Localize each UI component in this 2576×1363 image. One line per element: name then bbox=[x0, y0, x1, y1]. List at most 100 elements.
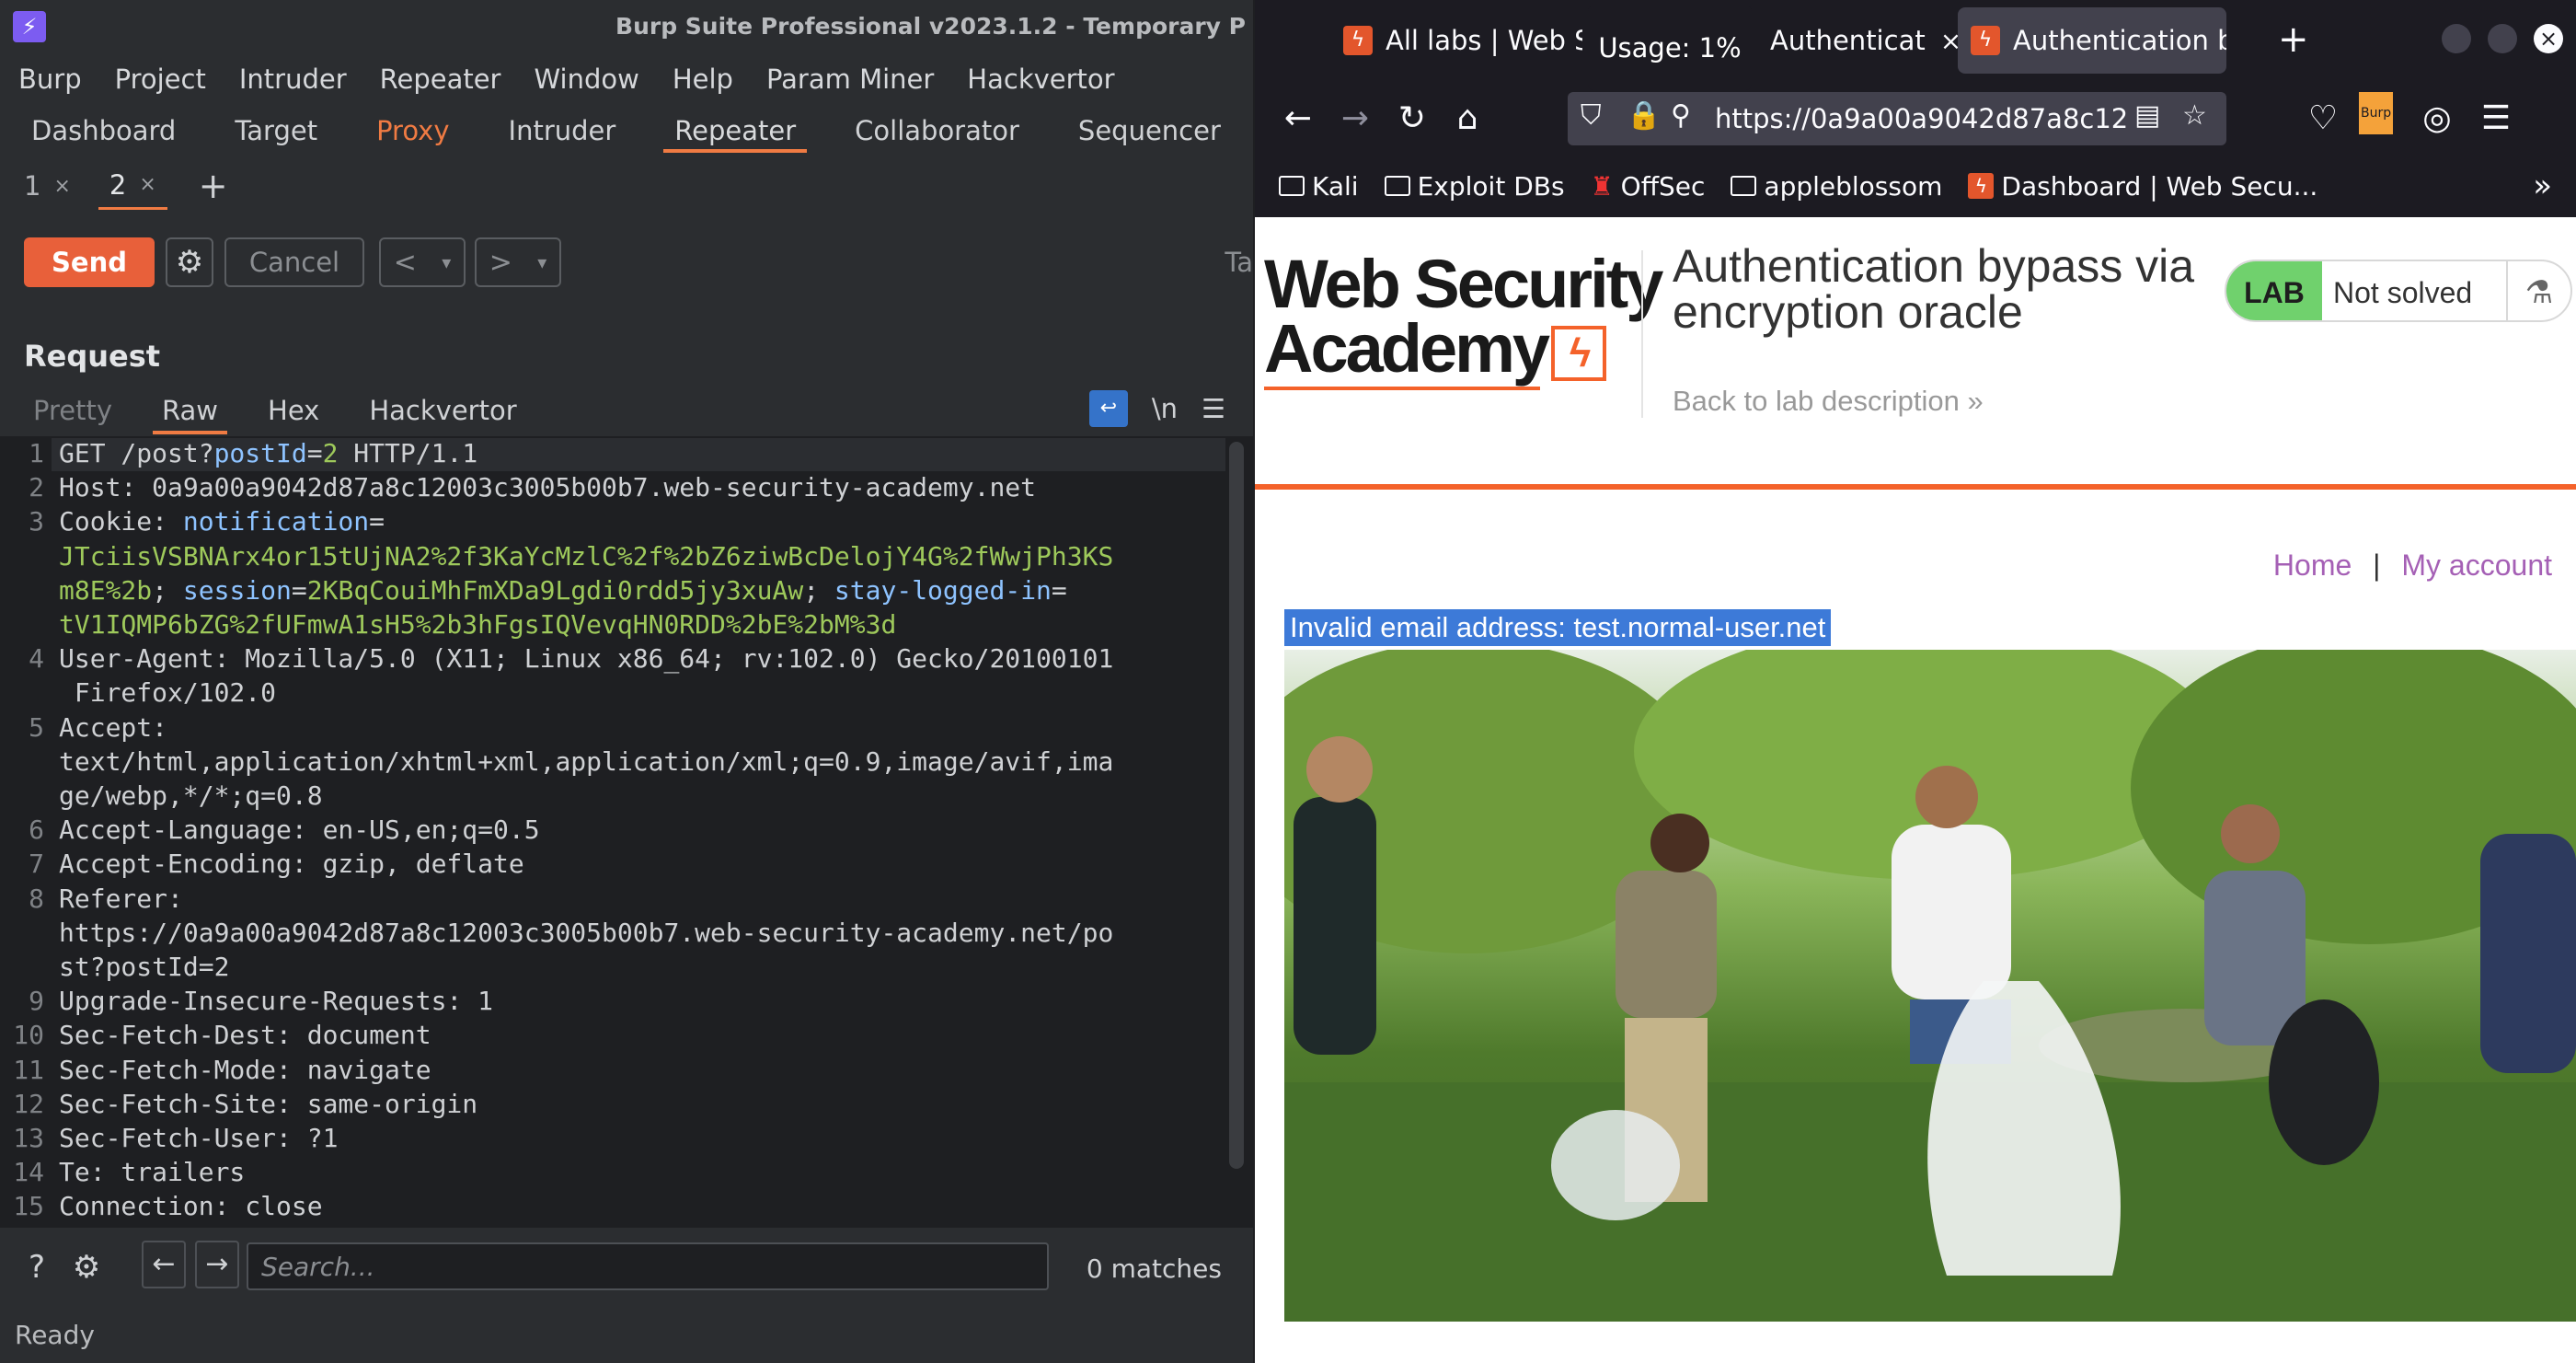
help-icon[interactable]: ? bbox=[15, 1246, 59, 1288]
tab-sequencer[interactable]: Sequencer bbox=[1078, 105, 1250, 156]
home-link[interactable]: Home bbox=[2273, 549, 2352, 582]
tab-target[interactable]: Target bbox=[235, 105, 347, 156]
repeater-actions: Send ⚙ Cancel < ▾ > ▾ Ta bbox=[0, 230, 1253, 295]
tab-collaborator[interactable]: Collaborator bbox=[855, 105, 1049, 156]
bookmark-exploit-dbs[interactable]: Exploit DBs bbox=[1384, 171, 1565, 202]
menu-hackvertor[interactable]: Hackvertor bbox=[967, 64, 1114, 95]
menu-window[interactable]: Window bbox=[534, 64, 638, 95]
code-token: postId bbox=[213, 438, 307, 468]
request-line[interactable]: ge/webp,*/*;q=0.8 bbox=[59, 780, 323, 811]
request-line[interactable]: Accept-Encoding: gzip, deflate bbox=[59, 849, 524, 879]
menu-icon[interactable]: ☰ bbox=[1202, 393, 1225, 424]
tab-label: Authenticat bbox=[1770, 25, 1926, 56]
cancel-button[interactable]: Cancel bbox=[224, 237, 364, 287]
close-icon[interactable]: × bbox=[53, 175, 70, 198]
burp-window: ⚡ Burp Suite Professional v2023.1.2 - Te… bbox=[0, 0, 1253, 1363]
bookmark-dashboard[interactable]: ϟ Dashboard | Web Secu... bbox=[1968, 171, 2317, 202]
minimize-button[interactable] bbox=[2442, 24, 2471, 53]
hamburger-menu-icon[interactable]: ☰ bbox=[2475, 98, 2517, 140]
request-line[interactable]: Sec-Fetch-Site: same-origin bbox=[59, 1089, 477, 1119]
burp-extension-icon[interactable]: Burp● bbox=[2359, 92, 2401, 140]
request-line[interactable]: Upgrade-Insecure-Requests: 1 bbox=[59, 986, 493, 1016]
request-line[interactable]: m8E%2b; session=2KBqCouiMhFmXDa9Lgdi0rdd… bbox=[59, 575, 1067, 606]
new-tab-button[interactable]: + bbox=[184, 166, 228, 206]
nav-separator: | bbox=[2373, 549, 2381, 582]
shield-icon[interactable]: ⛉ bbox=[1581, 99, 1602, 132]
request-line[interactable]: JTciisVSBNArx4or15tUjNA2%2f3KaYcMzlC%2f%… bbox=[59, 541, 1113, 572]
tab-pretty[interactable]: Pretty bbox=[33, 385, 112, 436]
browser-tab-active[interactable]: ϟ Authentication b × bbox=[1958, 7, 2226, 74]
close-window-button[interactable]: × bbox=[2534, 24, 2563, 53]
gear-icon[interactable]: ⚙ bbox=[64, 1246, 109, 1288]
browser-tab-all-labs[interactable]: ϟ All labs | Web Se bbox=[1343, 7, 1582, 74]
repeater-tab-2[interactable]: 2 × bbox=[98, 162, 167, 210]
previous-match-button[interactable]: ← bbox=[142, 1241, 186, 1288]
wrap-lines-icon[interactable]: ↩ bbox=[1088, 390, 1128, 427]
back-icon[interactable]: ← bbox=[1277, 98, 1319, 140]
dropdown-icon[interactable]: ▾ bbox=[442, 251, 451, 273]
request-line[interactable]: Firefox/102.0 bbox=[59, 677, 276, 708]
menu-repeater[interactable]: Repeater bbox=[380, 64, 501, 95]
newline-toggle[interactable]: \n bbox=[1152, 393, 1178, 424]
request-line[interactable]: Accept: bbox=[59, 712, 183, 743]
menu-param-miner[interactable]: Param Miner bbox=[766, 64, 934, 95]
url-bar[interactable]: ⛉ 🔒 ⚲ https://0a9a00a9042d87a8c12 ▤ ☆ bbox=[1568, 92, 2226, 145]
menu-help[interactable]: Help bbox=[673, 64, 733, 95]
tab-intruder[interactable]: Intruder bbox=[509, 105, 646, 156]
forward-icon[interactable]: → bbox=[1334, 98, 1376, 140]
request-line[interactable]: Sec-Fetch-Dest: document bbox=[59, 1020, 431, 1050]
request-line[interactable]: Cookie: notification= bbox=[59, 506, 385, 537]
menu-project[interactable]: Project bbox=[115, 64, 206, 95]
new-tab-button[interactable]: + bbox=[2278, 18, 2309, 61]
burp-logo-icon: ⚡ bbox=[13, 11, 46, 42]
tab-raw[interactable]: Raw bbox=[153, 385, 228, 436]
home-icon[interactable]: ⌂ bbox=[1446, 98, 1489, 140]
request-line[interactable]: Host: 0a9a00a9042d87a8c12003c3005b00b7.w… bbox=[59, 472, 1036, 502]
request-line[interactable]: Sec-Fetch-User: ?1 bbox=[59, 1123, 338, 1153]
reload-icon[interactable]: ↻ bbox=[1391, 98, 1433, 140]
extension-icon[interactable]: ◎ bbox=[2416, 98, 2458, 140]
request-line[interactable]: Sec-Fetch-Mode: navigate bbox=[59, 1055, 431, 1085]
menu-burp[interactable]: Burp bbox=[18, 64, 82, 95]
history-forward-button[interactable]: > ▾ bbox=[475, 237, 561, 287]
request-line[interactable]: Connection: close bbox=[59, 1191, 323, 1221]
repeater-tab-1[interactable]: 1 × bbox=[13, 162, 82, 210]
bookmark-offsec[interactable]: ♜ OffSec bbox=[1591, 171, 1706, 202]
menu-intruder[interactable]: Intruder bbox=[239, 64, 347, 95]
scrollbar[interactable] bbox=[1229, 442, 1244, 1169]
request-line[interactable]: https://0a9a00a9042d87a8c12003c3005b00b7… bbox=[59, 918, 1113, 948]
request-line[interactable]: Accept-Language: en-US,en;q=0.5 bbox=[59, 814, 540, 845]
reader-view-icon[interactable]: ▤ bbox=[2134, 99, 2160, 132]
tab-dashboard[interactable]: Dashboard bbox=[31, 105, 205, 156]
search-input[interactable] bbox=[247, 1242, 1049, 1290]
tab-proxy[interactable]: Proxy bbox=[376, 105, 478, 156]
maximize-button[interactable] bbox=[2488, 24, 2517, 53]
request-line[interactable]: User-Agent: Mozilla/5.0 (X11; Linux x86_… bbox=[59, 643, 1113, 674]
lock-icon[interactable]: 🔒 bbox=[1627, 99, 1661, 132]
more-bookmarks-icon[interactable]: » bbox=[2533, 167, 2552, 204]
request-line[interactable]: Te: trailers bbox=[59, 1157, 245, 1187]
dropdown-icon[interactable]: ▾ bbox=[537, 251, 546, 273]
request-line[interactable]: st?postId=2 bbox=[59, 952, 229, 982]
permissions-icon[interactable]: ⚲ bbox=[1671, 99, 1691, 132]
pocket-icon[interactable]: ♡ bbox=[2302, 98, 2344, 140]
tab-hackvertor[interactable]: Hackvertor bbox=[369, 385, 516, 436]
bookmark-kali[interactable]: Kali bbox=[1279, 171, 1359, 202]
request-line[interactable]: GET /post?postId=2 HTTP/1.1 bbox=[59, 438, 477, 468]
request-editor[interactable]: 1 2 3 4 5 6 7 8 9 10 11 12 13 14 15 GET /post?postId=2… bbox=[0, 436, 1253, 1228]
tab-repeater[interactable]: Repeater bbox=[663, 105, 825, 156]
request-line[interactable]: tV1IQMP6bZG%2fUFmwA1sH5%2b3hFgsIQVevqHN0… bbox=[59, 609, 896, 640]
web-security-academy-logo[interactable]: Web Security Academy ϟ bbox=[1264, 250, 1663, 390]
gear-icon[interactable]: ⚙ bbox=[166, 237, 213, 287]
next-match-button[interactable]: → bbox=[195, 1241, 239, 1288]
request-line[interactable]: text/html,application/xhtml+xml,applicat… bbox=[59, 746, 1113, 777]
back-to-lab-description-link[interactable]: Back to lab description » bbox=[1673, 385, 1984, 418]
bookmark-appleblossom[interactable]: appleblossom bbox=[1731, 171, 1942, 202]
send-button[interactable]: Send bbox=[24, 237, 155, 287]
my-account-link[interactable]: My account bbox=[2401, 549, 2552, 582]
tab-hex[interactable]: Hex bbox=[268, 385, 319, 436]
history-back-button[interactable]: < ▾ bbox=[379, 237, 466, 287]
star-icon[interactable]: ☆ bbox=[2182, 99, 2207, 132]
close-icon[interactable]: × bbox=[139, 173, 155, 196]
request-line[interactable]: Referer: bbox=[59, 884, 199, 914]
